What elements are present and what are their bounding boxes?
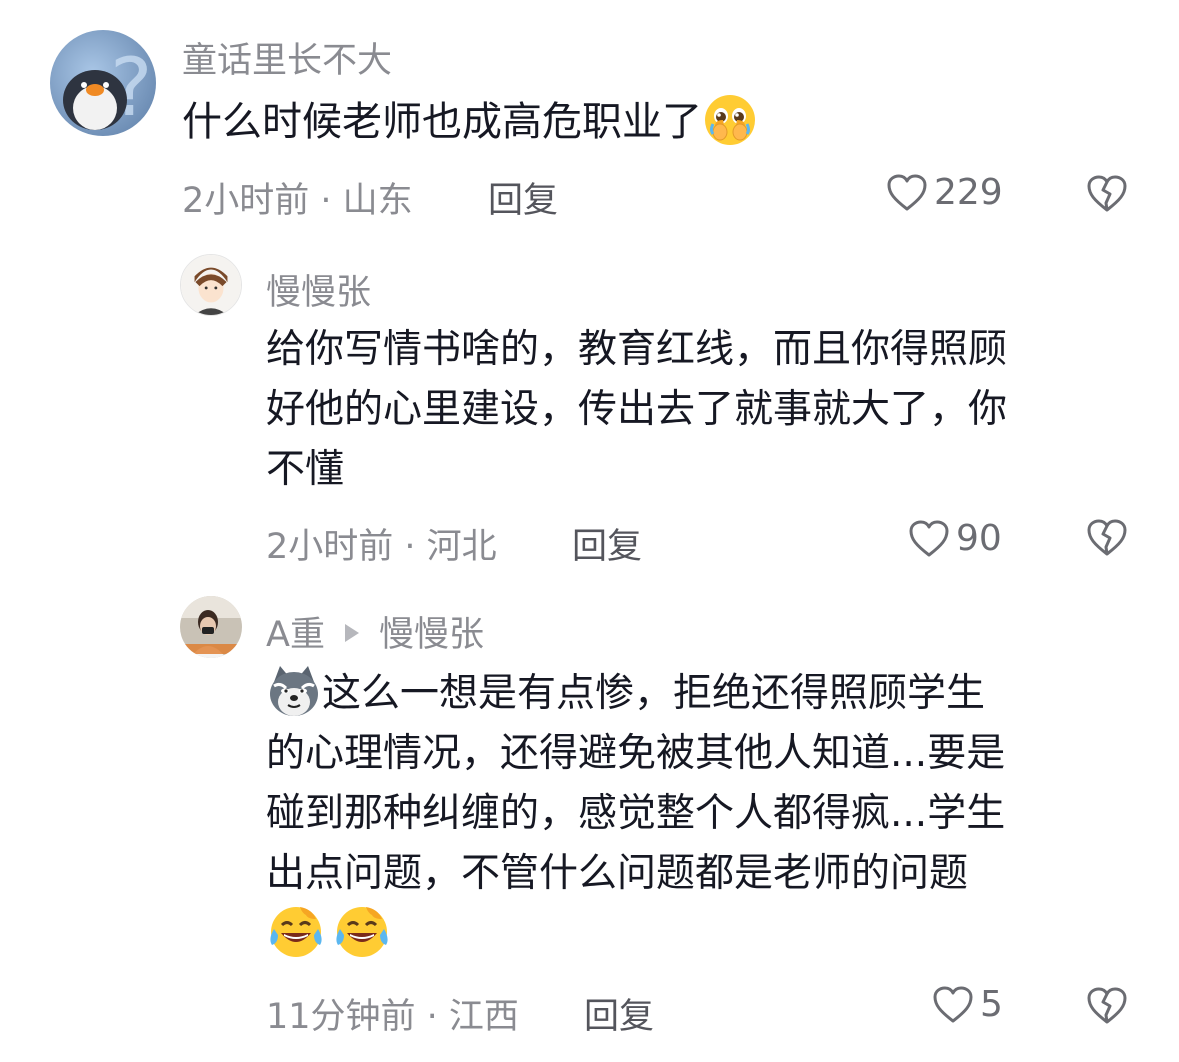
like-count: 229 <box>934 172 1003 213</box>
heart-icon <box>909 520 949 556</box>
reply-to-username[interactable]: 慢慢张 <box>379 615 484 655</box>
comment-text: 这么一想是有点惨，拒绝还得照顾学生 的心理情况，还得避免被其他人知道...要是 … <box>266 664 1005 965</box>
comment-text-line: 好他的心里建设，传出去了就事就大了，你 <box>266 387 1008 432</box>
reply-button[interactable]: 回复 <box>584 988 654 1039</box>
broken-heart-icon <box>1087 519 1127 556</box>
laughing-crying-emoji <box>332 903 392 961</box>
like-count: 5 <box>980 984 1003 1025</box>
comment-text-line: 碰到那种纠缠的，感觉整个人都得疯...学生 <box>266 791 1006 836</box>
comment-emoji-row <box>266 904 1005 965</box>
comment-time-location: 2小时前 · 山东 <box>182 181 413 221</box>
comment-username[interactable]: A重 慢慢张 <box>266 606 484 657</box>
dog-face-emoji <box>266 664 322 720</box>
avatar[interactable] <box>180 254 242 316</box>
comment-username[interactable]: 慢慢张 <box>266 264 371 315</box>
dislike-button[interactable] <box>1086 986 1128 1030</box>
heart-icon <box>933 986 973 1022</box>
like-button[interactable]: 90 <box>908 518 1002 559</box>
dislike-button[interactable] <box>1086 174 1128 218</box>
comment-username[interactable]: 童话里长不大 <box>182 32 392 83</box>
comment-time-location: 2小时前 · 河北 <box>266 527 497 567</box>
heart-icon <box>887 174 927 210</box>
reply-button[interactable]: 回复 <box>572 518 642 569</box>
avatar[interactable] <box>180 596 242 658</box>
like-button[interactable]: 229 <box>886 172 1003 213</box>
comment-text-line: 不懂 <box>266 447 345 492</box>
comment-text-line: 这么一想是有点惨，拒绝还得照顾学生 <box>322 671 986 716</box>
pleading-face-emoji <box>702 92 758 148</box>
broken-heart-icon <box>1087 987 1127 1024</box>
dislike-button[interactable] <box>1086 518 1128 562</box>
comment-thread: ? 童话里长不大 什么时候老师也成高危职业了 2小时前 · 山东 回复 229 … <box>0 0 1179 1062</box>
comment-text-line: 什么时候老师也成高危职业了 <box>182 99 702 145</box>
comment-text-line: 的心理情况，还得避免被其他人知道...要是 <box>266 731 1006 776</box>
broken-heart-icon <box>1087 175 1127 212</box>
comment-text-line: 给你写情书啥的，教育红线，而且你得照顾 <box>266 327 1008 372</box>
comment-text-line: 出点问题，不管什么问题都是老师的问题 <box>266 851 969 896</box>
like-button[interactable]: 5 <box>932 984 1003 1025</box>
like-count: 90 <box>956 518 1002 559</box>
comment-time-location: 11分钟前 · 江西 <box>266 997 519 1037</box>
avatar[interactable]: ? <box>50 30 156 136</box>
comment-text: 给你写情书啥的，教育红线，而且你得照顾 好他的心里建设，传出去了就事就大了，你 … <box>266 320 1007 500</box>
laughing-crying-emoji <box>266 903 326 961</box>
comment-text: 什么时候老师也成高危职业了 <box>182 92 758 152</box>
comment-username-text[interactable]: A重 <box>266 615 325 655</box>
reply-arrow-icon <box>344 624 359 642</box>
reply-button[interactable]: 回复 <box>488 172 558 223</box>
